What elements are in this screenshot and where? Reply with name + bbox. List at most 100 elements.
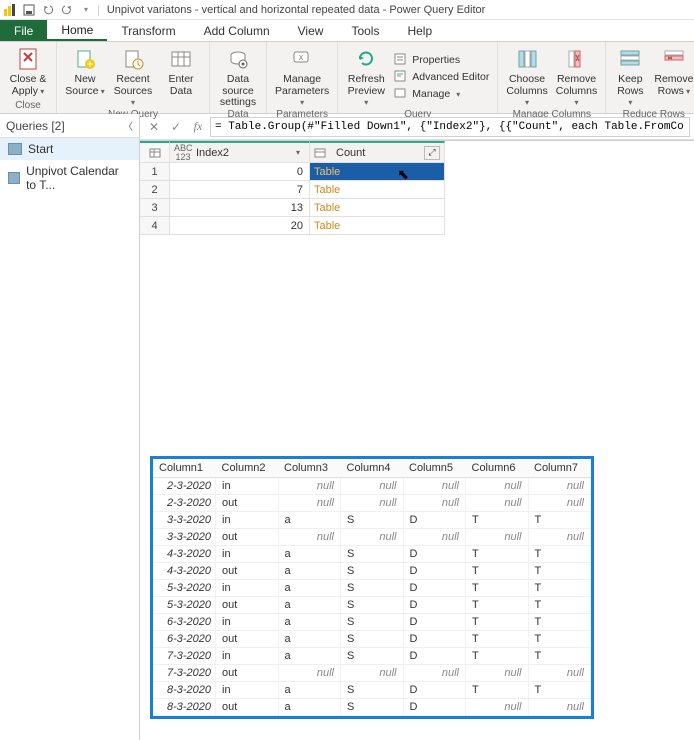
preview-cell: D — [403, 631, 466, 648]
table-link[interactable]: Table — [314, 220, 340, 232]
gear-icon — [225, 46, 251, 72]
qat-dropdown-icon[interactable]: ▾ — [78, 2, 94, 18]
query-item-label: Start — [28, 142, 53, 156]
column-header-count[interactable]: Count ⤢ — [310, 141, 445, 163]
row-number[interactable]: 1 — [140, 163, 170, 181]
preview-cell: 6-3-2020 — [153, 631, 216, 648]
collapse-queries-icon[interactable]: 〈 — [123, 118, 133, 133]
manage-button[interactable]: Manage▾ — [392, 86, 491, 102]
row-number[interactable]: 2 — [140, 181, 170, 199]
preview-cell: null — [528, 665, 591, 682]
tab-file[interactable]: File — [0, 20, 47, 41]
new-source-button[interactable]: New Source — [63, 44, 107, 109]
keep-rows-button[interactable]: Keep Rows — [612, 44, 648, 109]
remove-rows-button[interactable]: Remove Rows — [653, 44, 694, 109]
advanced-editor-button[interactable]: Advanced Editor — [392, 69, 491, 85]
tab-transform[interactable]: Transform — [107, 20, 189, 41]
table-row[interactable]: 10Table⬉ — [140, 163, 694, 181]
formula-commit-icon[interactable]: ✓ — [166, 117, 186, 137]
undo-icon[interactable] — [40, 2, 56, 18]
preview-cell: S — [341, 580, 404, 597]
save-icon[interactable] — [21, 2, 37, 18]
preview-row[interactable]: 5-3-2020inaSDTT — [153, 580, 591, 597]
formula-cancel-icon[interactable]: ✕ — [144, 117, 164, 137]
manage-parameters-label: Manage Parameters — [275, 74, 329, 109]
preview-row[interactable]: 6-3-2020outaSDTT — [153, 631, 591, 648]
table-icon — [8, 172, 20, 184]
tab-tools[interactable]: Tools — [337, 20, 393, 41]
group-label-close: Close — [15, 100, 41, 113]
queries-header: Queries [2] 〈 — [0, 114, 139, 138]
data-source-settings-button[interactable]: Data source settings — [216, 44, 260, 109]
preview-cell: T — [528, 580, 591, 597]
fx-icon[interactable]: fx — [188, 117, 208, 137]
preview-row[interactable]: 8-3-2020inaSDTT — [153, 682, 591, 699]
column-header-index2[interactable]: ABC 123 Index2 ▾ — [170, 141, 310, 163]
properties-button[interactable]: Properties — [392, 52, 491, 68]
preview-row[interactable]: 6-3-2020inaSDTT — [153, 614, 591, 631]
preview-row[interactable]: 5-3-2020outaSDTT — [153, 597, 591, 614]
preview-row[interactable]: 3-3-2020outnullnullnullnullnull — [153, 529, 591, 546]
tab-add-column[interactable]: Add Column — [190, 20, 284, 41]
preview-column-header[interactable]: Column2 — [216, 459, 279, 478]
preview-row[interactable]: 4-3-2020inaSDTT — [153, 546, 591, 563]
preview-cell: T — [528, 682, 591, 699]
properties-label: Properties — [412, 54, 460, 66]
redo-icon[interactable] — [59, 2, 75, 18]
table-link[interactable]: Table — [314, 166, 340, 178]
tab-view[interactable]: View — [284, 20, 338, 41]
table-row[interactable]: 420 Table — [140, 217, 694, 235]
table-link[interactable]: Table — [314, 202, 340, 214]
app-icon — [2, 2, 18, 18]
preview-cell: T — [528, 512, 591, 529]
expand-column-icon[interactable]: ⤢ — [424, 146, 440, 160]
choose-columns-button[interactable]: Choose Columns — [504, 44, 549, 109]
preview-row[interactable]: 2-3-2020outnullnullnullnullnull — [153, 495, 591, 512]
preview-cell: in — [216, 478, 279, 495]
enter-data-button[interactable]: Enter Data — [159, 44, 203, 109]
cell-index2[interactable]: 0 — [170, 163, 310, 181]
tab-home[interactable]: Home — [47, 20, 107, 41]
preview-row[interactable]: 3-3-2020inaSDTT — [153, 512, 591, 529]
row-number[interactable]: 4 — [140, 217, 170, 235]
preview-cell: a — [278, 546, 341, 563]
cell-index2[interactable]: 7 — [170, 181, 310, 199]
formula-input[interactable] — [210, 117, 690, 137]
table-link[interactable]: Table — [314, 184, 340, 196]
preview-row[interactable]: 7-3-2020inaSDTT — [153, 648, 591, 665]
preview-column-header[interactable]: Column3 — [278, 459, 341, 478]
query-item-start[interactable]: Start — [0, 138, 139, 160]
advanced-editor-icon — [394, 70, 408, 84]
query-item-unpivot[interactable]: Unpivot Calendar to T... — [0, 160, 139, 196]
preview-column-header[interactable]: Column4 — [341, 459, 404, 478]
refresh-preview-button[interactable]: Refresh Preview — [344, 44, 388, 109]
cell-count[interactable]: Table — [310, 217, 445, 235]
preview-cell: D — [403, 699, 466, 716]
preview-cell: T — [466, 563, 529, 580]
recent-sources-button[interactable]: Recent Sources — [111, 44, 155, 109]
manage-parameters-button[interactable]: x Manage Parameters — [273, 44, 331, 109]
preview-column-header[interactable]: Column6 — [466, 459, 529, 478]
close-apply-button[interactable]: Close & Apply — [6, 44, 50, 97]
preview-row[interactable]: 2-3-2020innullnullnullnullnull — [153, 478, 591, 495]
preview-row[interactable]: 8-3-2020outaSDnullnull — [153, 699, 591, 716]
row-number[interactable]: 3 — [140, 199, 170, 217]
cell-index2[interactable]: 13 — [170, 199, 310, 217]
table-row[interactable]: 313 Table — [140, 199, 694, 217]
preview-column-header[interactable]: Column1 — [153, 459, 216, 478]
remove-columns-button[interactable]: Remove Columns — [554, 44, 599, 109]
preview-column-header[interactable]: Column7 — [528, 459, 591, 478]
table-row[interactable]: 27 Table — [140, 181, 694, 199]
cell-count[interactable]: Table — [310, 199, 445, 217]
column-filter-dropdown-icon[interactable]: ▾ — [291, 148, 305, 157]
preview-row[interactable]: 4-3-2020outaSDTT — [153, 563, 591, 580]
grid-corner[interactable] — [140, 141, 170, 163]
cell-count[interactable]: Table — [310, 181, 445, 199]
preview-column-header[interactable]: Column5 — [403, 459, 466, 478]
query-item-label: Unpivot Calendar to T... — [26, 164, 131, 192]
preview-row[interactable]: 7-3-2020outnullnullnullnullnull — [153, 665, 591, 682]
tab-help[interactable]: Help — [393, 20, 446, 41]
cell-count[interactable]: Table⬉ — [310, 163, 445, 181]
cell-index2[interactable]: 20 — [170, 217, 310, 235]
preview-cell: 2-3-2020 — [153, 495, 216, 512]
